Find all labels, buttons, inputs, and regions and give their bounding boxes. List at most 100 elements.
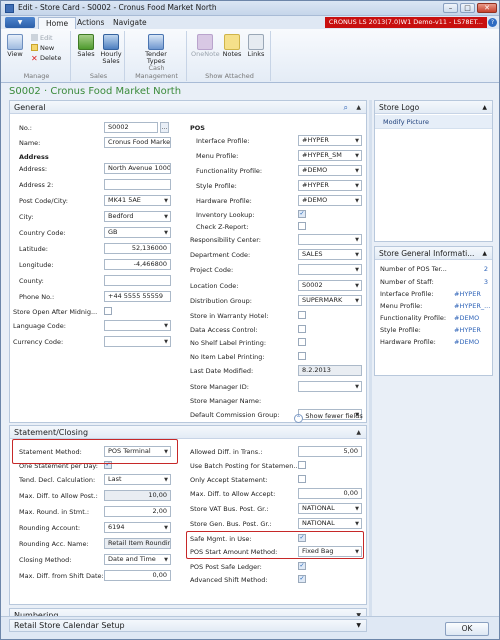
location-field[interactable]: S0002 (298, 280, 362, 291)
max-shift-field[interactable]: 0,00 (104, 570, 171, 581)
store-info-value[interactable]: #DEMO (454, 338, 479, 346)
no-assist-button[interactable]: ... (160, 122, 169, 133)
max-accept-field[interactable]: 0,00 (298, 488, 362, 499)
store-info-value[interactable]: 2 (484, 265, 488, 273)
advanced-shift-checkbox[interactable]: ✓ (298, 575, 306, 583)
tab-navigate[interactable]: Navigate (106, 17, 154, 29)
store-info-value[interactable]: #HYPER_... (454, 302, 490, 310)
city-field[interactable]: Bedford (104, 211, 171, 222)
allowed-diff-field[interactable]: 5,00 (298, 446, 362, 457)
language-field[interactable] (104, 320, 171, 331)
distribution-field[interactable]: SUPERMARK (298, 295, 362, 306)
currency-label: Currency Code: (13, 338, 64, 346)
pane-splitter[interactable] (369, 100, 372, 618)
close-button[interactable]: ✕ (477, 3, 497, 13)
store-open-checkbox[interactable] (104, 307, 112, 315)
show-fewer-fields-link[interactable]: ⌃ Show fewer fields (294, 411, 363, 423)
tender-types-icon (148, 34, 164, 50)
store-info-value[interactable]: #HYPER (454, 326, 481, 334)
longitude-field[interactable]: -4,466800 (104, 259, 171, 270)
hourly-sales-button[interactable]: Hourly Sales (98, 34, 124, 65)
tender-types-button[interactable]: Tender Types (141, 34, 171, 65)
new-button[interactable]: New (31, 44, 54, 52)
store-logo-factbox: Store Logo ▲ Modify Picture (374, 100, 493, 242)
last-modified-field: 8.2.2013 (298, 365, 362, 376)
max-diff-post-field[interactable]: 10,00 (104, 490, 171, 501)
only-accept-checkbox[interactable] (298, 475, 306, 483)
chevron-up-icon[interactable]: ▲ (482, 101, 487, 114)
store-logo-header[interactable]: Store Logo ▲ (375, 101, 492, 114)
interface-field[interactable]: #HYPER (298, 135, 362, 146)
currency-field[interactable] (104, 336, 171, 347)
department-field[interactable]: SALES (298, 249, 362, 260)
general-fasttab-header[interactable]: General ⌕ ▲ (10, 101, 366, 114)
maximize-button[interactable]: □ (460, 3, 475, 13)
tend-decl-field[interactable]: Last (104, 474, 171, 485)
menu-field[interactable]: #HYPER_SM (298, 150, 362, 161)
sales-button[interactable]: Sales (75, 34, 97, 58)
no-label: No.: (19, 124, 32, 132)
onenote-button[interactable]: OneNote (191, 34, 220, 58)
no-shelf-checkbox[interactable] (298, 338, 306, 346)
help-icon[interactable]: ? (488, 18, 497, 27)
store-info-header[interactable]: Store General Informati... ▲ (375, 247, 492, 260)
links-button[interactable]: Links (245, 34, 267, 58)
ribbon-group-cash-management: Tender Types Cash Management (127, 31, 187, 81)
max-round-field[interactable]: 2,00 (104, 506, 171, 517)
calendar-fasttab-header[interactable]: Retail Store Calendar Setup ▼ (9, 619, 367, 632)
safe-mgmt-highlight (186, 531, 364, 559)
latitude-field[interactable]: 52,136000 (104, 243, 171, 254)
rounding-account-field[interactable]: 6194 (104, 522, 171, 533)
delete-button[interactable]: ✕ Delete (31, 54, 61, 63)
check-zreport-checkbox[interactable] (298, 222, 306, 230)
view-button[interactable]: View (5, 34, 25, 58)
postcode-field[interactable]: MK41 5AE (104, 195, 171, 206)
notes-button[interactable]: Notes (221, 34, 243, 58)
address-field[interactable]: North Avenue 10000 (104, 163, 171, 174)
application-menu-button[interactable]: ▼ (5, 17, 35, 28)
inventory-lookup-checkbox[interactable]: ✓ (298, 210, 306, 218)
no-field[interactable]: S0002 (104, 122, 158, 133)
safe-ledger-checkbox[interactable]: ✓ (298, 562, 306, 570)
store-info-value[interactable]: 3 (484, 278, 488, 286)
store-info-value[interactable]: #HYPER (454, 290, 481, 298)
chevron-up-icon[interactable]: ▲ (482, 247, 487, 260)
allowed-diff-label: Allowed Diff. in Trans.: (190, 448, 263, 456)
closing-method-field[interactable]: Date and Time (104, 554, 171, 565)
statement-fasttab-header[interactable]: Statement/Closing ▲ (10, 426, 366, 439)
hardware-field[interactable]: #DEMO (298, 195, 362, 206)
ok-button[interactable]: OK (445, 622, 489, 636)
county-field[interactable] (104, 275, 171, 286)
chevron-up-icon[interactable]: ▲ (356, 101, 361, 114)
store-info-value[interactable]: #DEMO (454, 314, 479, 322)
functionality-field[interactable]: #DEMO (298, 165, 362, 176)
no-shelf-label: No Shelf Label Printing: (190, 339, 267, 347)
chevron-down-icon[interactable]: ▼ (356, 620, 361, 631)
data-access-checkbox[interactable] (298, 325, 306, 333)
batch-posting-checkbox[interactable] (298, 461, 306, 469)
responsibility-field[interactable] (298, 234, 362, 245)
address2-field[interactable] (104, 179, 171, 190)
manager-id-field[interactable] (298, 381, 362, 392)
sales-label: Sales (77, 50, 95, 58)
ribbon-group-manage: View Edit New ✕ Delete Manage (3, 31, 71, 81)
store-info-row: Number of Staff: 3 (380, 278, 488, 286)
gen-group-field[interactable]: NATIONAL (298, 518, 362, 529)
last-modified-label: Last Date Modified: (190, 367, 254, 375)
warranty-checkbox[interactable] (298, 311, 306, 319)
general-fasttab: General ⌕ ▲ No.: S0002 ... Name: Cronus … (9, 100, 367, 423)
chevron-up-icon[interactable]: ▲ (356, 426, 361, 439)
style-field[interactable]: #HYPER (298, 180, 362, 191)
vat-group-field[interactable]: NATIONAL (298, 503, 362, 514)
minimize-button[interactable]: – (443, 3, 458, 13)
name-field[interactable]: Cronus Food Market ... (104, 137, 171, 148)
phone-field[interactable]: +44 5555 55559 (104, 291, 171, 302)
country-field[interactable]: GB (104, 227, 171, 238)
edit-button[interactable]: Edit (31, 34, 53, 42)
no-item-checkbox[interactable] (298, 352, 306, 360)
store-info-row: Number of POS Ter... 2 (380, 265, 488, 273)
modify-picture-action[interactable]: Modify Picture (375, 115, 492, 129)
project-field[interactable] (298, 264, 362, 275)
store-info-label: Interface Profile: (380, 290, 434, 298)
search-icon[interactable]: ⌕ (344, 101, 348, 114)
